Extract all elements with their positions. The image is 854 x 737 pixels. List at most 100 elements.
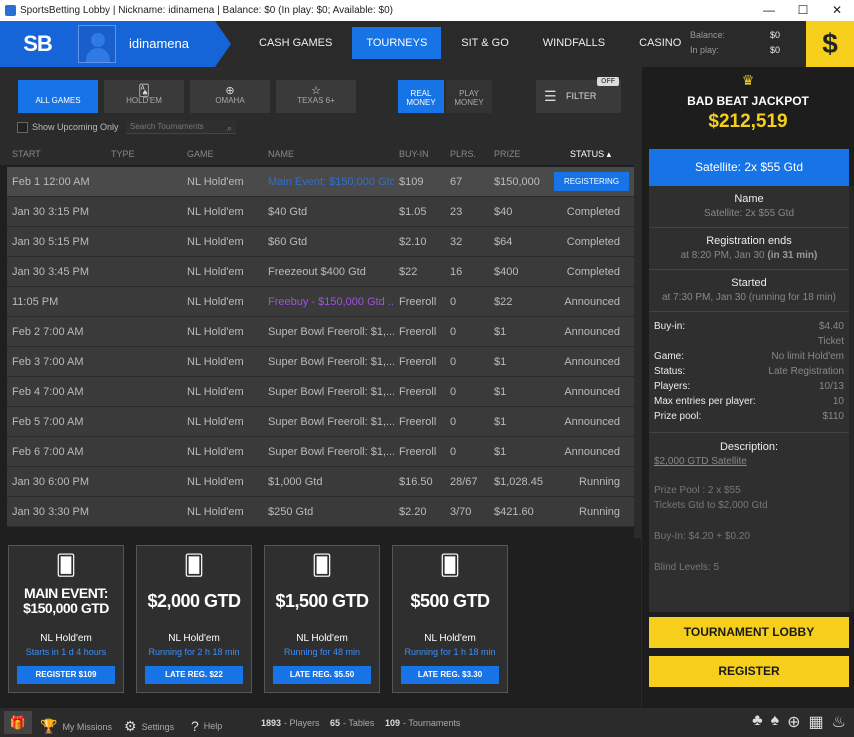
blackjack-icon[interactable]: ♠ xyxy=(771,712,780,732)
cards-icon: 🂠 xyxy=(439,555,461,577)
show-upcoming-checkbox[interactable] xyxy=(17,122,28,133)
tournaments-count: 109- Tournaments xyxy=(385,718,461,728)
show-upcoming-label: Show Upcoming Only xyxy=(32,122,119,132)
maxent-key: Max entries per player: xyxy=(654,396,756,407)
card-late-reg-button[interactable]: LATE REG. $5.50 xyxy=(273,666,371,684)
card-game: NL Hold'em xyxy=(296,633,348,644)
table-row[interactable]: Feb 3 7:00 AM8NL Hold'emSuper Bowl Freer… xyxy=(7,347,634,377)
play-money-toggle[interactable]: PLAY MONEY xyxy=(446,80,492,113)
tables-count: 65- Tables xyxy=(330,718,375,728)
filter-texas[interactable]: ☆ TEXAS 6+ xyxy=(276,80,356,113)
cell-status: Announced xyxy=(564,326,620,338)
jackpot-title: BAD BEAT JACKPOT xyxy=(687,94,809,108)
settings-button[interactable]: ⚙ Settings xyxy=(124,718,174,735)
star-icon: ☆ xyxy=(311,85,321,97)
cell-start: Feb 4 7:00 AM xyxy=(12,386,84,398)
col-status[interactable]: STATUS ▴ xyxy=(570,149,611,160)
cashier-button[interactable]: $ xyxy=(806,21,854,67)
filter-all-games[interactable]: ALL GAMES xyxy=(18,80,98,113)
col-name[interactable]: NAME xyxy=(268,149,294,159)
maximize-button[interactable]: ☐ xyxy=(786,0,820,21)
cards-icon: 🂠 xyxy=(55,555,77,577)
help-button[interactable]: ? Help xyxy=(191,718,222,734)
started-value: at 7:30 PM, Jan 30 (running for 18 min) xyxy=(662,292,836,303)
col-buyin[interactable]: BUY-IN xyxy=(399,149,429,159)
register-button[interactable]: REGISTER xyxy=(649,656,849,687)
cell-name: $60 Gtd xyxy=(268,236,308,248)
cell-plrs: 0 xyxy=(450,296,457,308)
table-scrollbar[interactable] xyxy=(634,143,641,538)
table-row[interactable]: 11:05 PM6$NL Hold'emFreebuy - $150,000 G… xyxy=(7,287,634,317)
user-box[interactable]: idinamena xyxy=(75,21,231,67)
holdem-cards-icon: 🂡 xyxy=(138,85,150,97)
filter-omaha[interactable]: ⊕ OMAHA xyxy=(190,80,270,113)
avatar-icon[interactable] xyxy=(78,25,116,63)
col-game[interactable]: GAME xyxy=(187,149,214,159)
card-title: $500 GTD xyxy=(410,591,490,611)
card-register-button[interactable]: REGISTER $109 xyxy=(17,666,115,684)
tab-tourneys[interactable]: TOURNEYS xyxy=(352,27,442,59)
maxent-value: 10 xyxy=(832,396,844,407)
cell-prize: $1 xyxy=(494,416,507,428)
jackpot-value: $212,519 xyxy=(708,111,788,132)
details-scrollbar[interactable] xyxy=(849,186,854,612)
row-register-button[interactable]: REGISTERING xyxy=(554,172,629,191)
tab-windfalls[interactable]: WINDFALLS xyxy=(529,27,619,59)
table-row[interactable]: Feb 2 7:00 AM8NL Hold'emSuper Bowl Freer… xyxy=(7,317,634,347)
col-start[interactable]: START xyxy=(12,149,41,159)
table-row[interactable]: Jan 30 3:15 PM8SH PKNL Hold'em$40 Gtd$1.… xyxy=(7,197,634,227)
logo[interactable]: SB xyxy=(0,21,75,67)
filter-holdem[interactable]: 🂡 HOLD'EM xyxy=(104,80,184,113)
table-row[interactable]: Jan 30 3:45 PM8NL Hold'emFreezeout $400 … xyxy=(7,257,634,287)
my-missions-button[interactable]: 🏆 My Missions xyxy=(40,718,112,735)
prizepool-value: $110 xyxy=(822,411,844,422)
cell-name: Freebuy - $150,000 Gtd ... xyxy=(268,296,394,308)
regend-value: at 8:20 PM, Jan 30 xyxy=(680,250,765,261)
started-label: Started xyxy=(731,277,767,289)
cell-status: Announced xyxy=(564,446,620,458)
description-label: Description: xyxy=(719,441,779,453)
tab-sit-and-go[interactable]: SIT & GO xyxy=(447,27,522,59)
cell-game: NL Hold'em xyxy=(187,176,244,188)
col-prize[interactable]: PRIZE xyxy=(494,149,521,159)
col-plrs[interactable]: PLRS. xyxy=(450,149,476,159)
card-title: MAIN EVENT: $150,000 GTD xyxy=(23,585,109,616)
minimize-button[interactable]: — xyxy=(752,0,786,21)
featured-card[interactable]: 🂠 $2,000 GTD NL Hold'em Running for 2 h … xyxy=(136,545,252,693)
card-late-reg-button[interactable]: LATE REG. $3.30 xyxy=(401,666,499,684)
col-type[interactable]: TYPE xyxy=(111,149,135,159)
tree-icon[interactable]: ♣ xyxy=(752,712,763,732)
table-row[interactable]: Jan 30 6:00 PM81RENL Hold'em$1,000 Gtd$1… xyxy=(7,467,634,497)
table-row[interactable]: Jan 30 5:15 PM8SH PKNL Hold'em$60 Gtd$2.… xyxy=(7,227,634,257)
real-money-toggle[interactable]: REAL MONEY xyxy=(398,80,444,113)
table-row[interactable]: Feb 1 12:00 AM8RENL Hold'emMain Event: $… xyxy=(7,167,634,197)
featured-card[interactable]: 🂠 MAIN EVENT: $150,000 GTD NL Hold'em St… xyxy=(8,545,124,693)
description-link[interactable]: $2,000 GTD Satellite xyxy=(654,456,844,467)
table-row[interactable]: Feb 6 7:00 AM8NL Hold'emSuper Bowl Freer… xyxy=(7,437,634,467)
tab-cash-games[interactable]: CASH GAMES xyxy=(245,27,346,59)
table-row[interactable]: Feb 4 7:00 AM8NL Hold'emSuper Bowl Freer… xyxy=(7,377,634,407)
cell-buyin: Freeroll xyxy=(399,386,437,398)
cards-icon xyxy=(18,84,98,96)
featured-card[interactable]: 🂠 $500 GTD NL Hold'em Running for 1 h 18… xyxy=(392,545,508,693)
inplay-label: In play: xyxy=(690,45,720,55)
filters-bar: ALL GAMES 🂡 HOLD'EM ⊕ OMAHA ☆ TEXAS 6+ REAL… xyxy=(0,67,641,143)
close-button[interactable]: ✕ xyxy=(820,0,854,21)
cell-buyin: $109 xyxy=(399,176,424,188)
main-nav: CASH GAMES TOURNEYS SIT & GO WINDFALLS C… xyxy=(245,27,701,59)
featured-card[interactable]: 🂠 $1,500 GTD NL Hold'em Running for 48 m… xyxy=(264,545,380,693)
gift-icon[interactable]: 🎁 xyxy=(4,711,32,734)
nickname: idinamena xyxy=(129,36,189,51)
table-row[interactable]: Feb 5 7:00 AM8NL Hold'emSuper Bowl Freer… xyxy=(7,407,634,437)
cell-buyin: Freeroll xyxy=(399,326,437,338)
globe-icon[interactable]: ⊕ xyxy=(787,712,800,732)
bingo-icon[interactable]: ▦ xyxy=(809,712,824,732)
card-late-reg-button[interactable]: LATE REG. $22 xyxy=(145,666,243,684)
cell-game: NL Hold'em xyxy=(187,296,244,308)
cell-status: Announced xyxy=(564,416,620,428)
tab-casino[interactable]: CASINO xyxy=(625,27,695,59)
table-row[interactable]: Jan 30 3:30 PM8R/ANL Hold'em$250 Gtd$2.2… xyxy=(7,497,634,527)
tournament-lobby-button[interactable]: TOURNAMENT LOBBY xyxy=(649,617,849,648)
search-input[interactable]: Search Tournaments ⌕ xyxy=(126,120,236,134)
cherry-icon[interactable]: ♨ xyxy=(832,712,846,732)
